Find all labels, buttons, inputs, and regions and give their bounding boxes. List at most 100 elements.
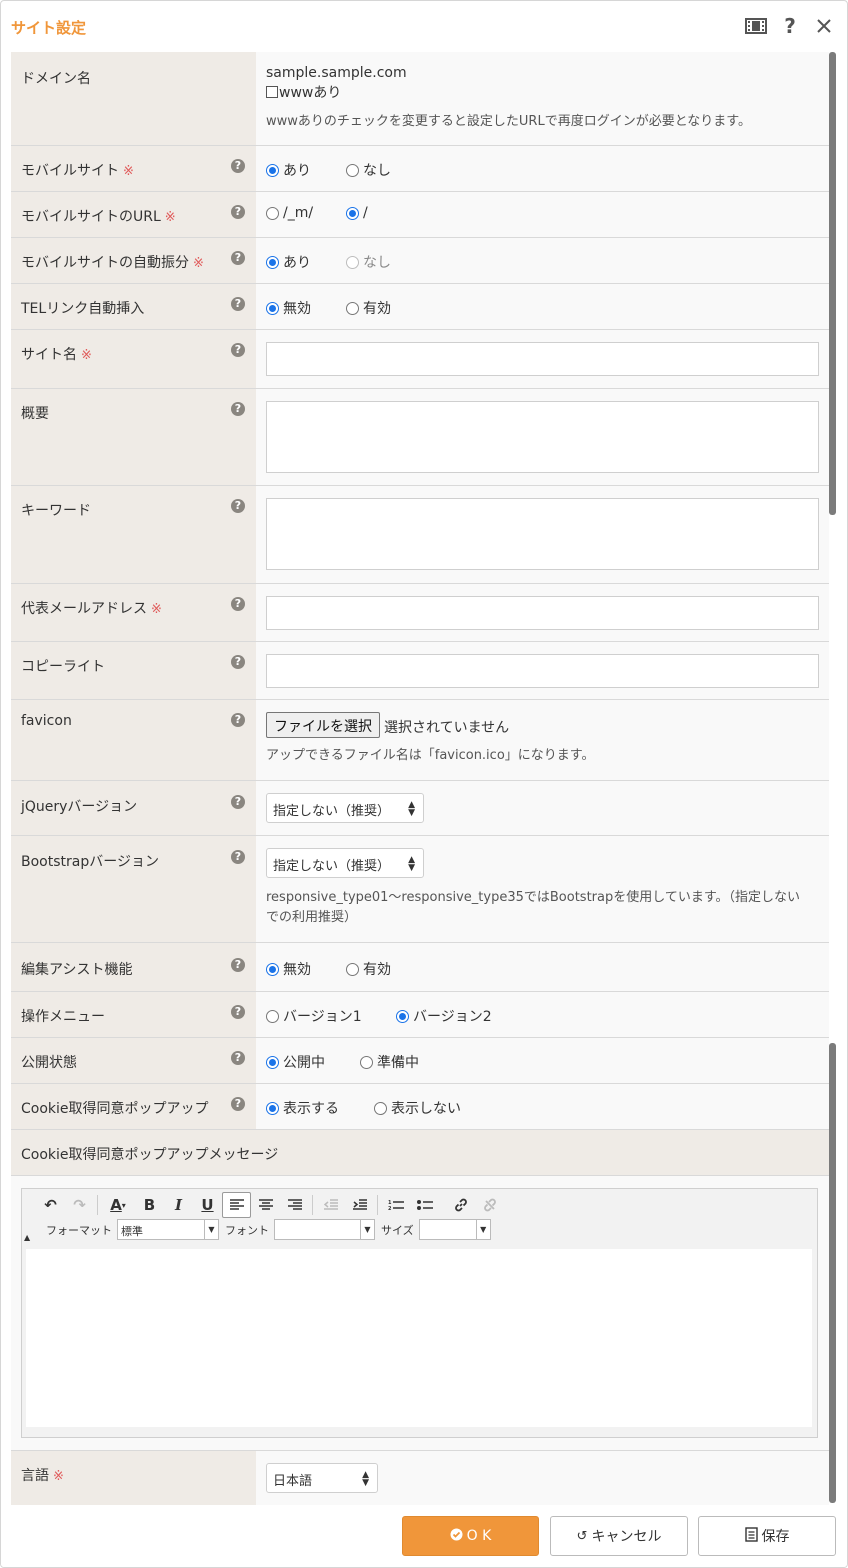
radio-cookie-hide[interactable]: 表示しない [374, 1098, 461, 1118]
site-name-input[interactable] [266, 342, 819, 376]
italic-icon[interactable]: I [164, 1192, 193, 1218]
radio-tel-link-on[interactable]: 有効 [346, 298, 391, 318]
collapse-toolbar-icon[interactable]: ▲ [24, 1233, 30, 1242]
save-button[interactable]: 保存 [698, 1516, 836, 1556]
row-cookie-popup: Cookie取得同意ポップアップ? 表示する 表示しない [11, 1084, 829, 1130]
unlink-icon[interactable] [475, 1192, 504, 1218]
radio-mobile-site-no[interactable]: なし [346, 160, 391, 180]
help-icon[interactable]: ? [231, 655, 245, 669]
cancel-button[interactable]: ↺ キャンセル [550, 1516, 688, 1556]
edit-assist-label: 編集アシスト機能 [21, 962, 133, 978]
required-mark: ※ [151, 602, 162, 617]
radio-publish-preparing[interactable]: 準備中 [360, 1052, 419, 1072]
undo-icon[interactable]: ↶ [36, 1192, 65, 1218]
email-input[interactable] [266, 596, 819, 630]
scrollbar-thumb[interactable] [829, 52, 836, 515]
dialog-title: サイト設定 [11, 19, 87, 37]
mobile-redirect-label: モバイルサイトの自動振分 [21, 255, 189, 271]
row-publish-state: 公開状態? 公開中 準備中 [11, 1038, 829, 1084]
mobile-site-label: モバイルサイト [21, 163, 119, 179]
publish-state-label: 公開状態 [21, 1055, 77, 1071]
help-icon[interactable]: ? [231, 297, 245, 311]
row-favicon: favicon? ファイルを選択 選択されていません アップできるファイル名は「… [11, 700, 829, 781]
required-mark: ※ [81, 348, 92, 363]
help-icon[interactable]: ? [231, 1051, 245, 1065]
help-icon[interactable]: ? [231, 205, 245, 219]
help-icon[interactable]: ? [231, 159, 245, 173]
bootstrap-note-line1: responsive_type01〜responsive_type35ではBoo… [266, 890, 801, 905]
row-edit-assist: 編集アシスト機能? 無効 有効 [11, 943, 829, 992]
help-icon[interactable]: ? [231, 402, 245, 416]
row-keywords: キーワード? [11, 486, 829, 584]
required-mark: ※ [123, 164, 134, 179]
close-icon[interactable] [813, 14, 835, 38]
row-mobile-redirect: モバイルサイトの自動振分 ※? あり なし [11, 238, 829, 284]
radio-mobile-url-root[interactable]: / [346, 205, 368, 221]
bold-icon[interactable]: B [135, 1192, 164, 1218]
radio-mobile-url-m[interactable]: /_m/ [266, 205, 313, 221]
radio-operation-menu-v1[interactable]: バージョン1 [266, 1006, 362, 1026]
domain-value: sample.sample.com [266, 65, 407, 81]
keywords-textarea[interactable] [266, 498, 819, 570]
help-icon[interactable]: ? [231, 343, 245, 357]
help-icon[interactable]: ? [231, 850, 245, 864]
help-icon[interactable]: ? [231, 1097, 245, 1111]
row-email: 代表メールアドレス ※? [11, 584, 829, 642]
radio-edit-assist-off[interactable]: 無効 [266, 959, 311, 979]
help-icon[interactable]: ? [231, 795, 245, 809]
align-center-icon[interactable] [251, 1192, 280, 1218]
radio-mobile-redirect-yes[interactable]: あり [266, 252, 311, 272]
required-mark: ※ [164, 210, 176, 225]
ok-button[interactable]: O K [402, 1516, 539, 1556]
align-right-icon[interactable] [280, 1192, 309, 1218]
copyright-input[interactable] [266, 654, 819, 688]
numbered-list-icon[interactable]: 12 [381, 1192, 410, 1218]
redo-icon[interactable]: ↷ [65, 1192, 94, 1218]
jquery-select[interactable]: 指定しない（推奨） ▲ ▼ [266, 793, 424, 823]
summary-textarea[interactable] [266, 401, 819, 473]
help-icon[interactable]: ? [231, 958, 245, 972]
language-select[interactable]: 日本語 ▲ ▼ [266, 1463, 378, 1493]
film-icon[interactable] [745, 14, 767, 38]
radio-operation-menu-v2[interactable]: バージョン2 [396, 1006, 492, 1026]
help-icon[interactable]: ? [231, 251, 245, 265]
help-icon[interactable]: ? [779, 14, 801, 38]
radio-publish-live[interactable]: 公開中 [266, 1052, 325, 1072]
rich-text-editor: ▲ ↶ ↷ A ▾ B I U 1 2 フォーマット 標準 ▼ フォント ▼ サ… [21, 1188, 818, 1438]
radio-tel-link-off[interactable]: 無効 [266, 298, 311, 318]
radio-mobile-redirect-no[interactable]: なし [346, 252, 391, 272]
format-combo[interactable]: 標準 ▼ [117, 1219, 219, 1240]
operation-menu-label: 操作メニュー [21, 1009, 105, 1025]
bullet-list-icon[interactable] [410, 1192, 439, 1218]
radio-cookie-show[interactable]: 表示する [266, 1098, 339, 1118]
settings-form: ドメイン名 sample.sample.com wwwあり wwwありのチェック… [11, 52, 829, 1505]
text-color-icon[interactable]: A ▾ [101, 1192, 135, 1218]
domain-label: ドメイン名 [21, 71, 91, 87]
checkbox-box[interactable] [266, 86, 278, 98]
tel-link-label: TELリンク自動挿入 [21, 301, 145, 317]
row-mobile-url: モバイルサイトのURL ※? /_m/ / [11, 192, 829, 238]
favicon-label: favicon [21, 713, 72, 729]
help-icon[interactable]: ? [231, 1005, 245, 1019]
help-icon[interactable]: ? [231, 499, 245, 513]
editor-format-row: フォーマット 標準 ▼ フォント ▼ サイズ ▼ [46, 1219, 497, 1240]
help-icon[interactable]: ? [231, 597, 245, 611]
row-site-name: サイト名 ※? [11, 330, 829, 389]
align-left-icon[interactable] [222, 1192, 251, 1218]
www-checkbox[interactable]: wwwあり [266, 82, 341, 102]
outdent-icon[interactable] [316, 1192, 345, 1218]
underline-icon[interactable]: U [193, 1192, 222, 1218]
font-combo[interactable]: ▼ [274, 1219, 375, 1240]
link-icon[interactable] [446, 1192, 475, 1218]
size-combo[interactable]: ▼ [418, 1219, 491, 1240]
choose-file-button[interactable]: ファイルを選択 [266, 712, 380, 738]
row-language: 言語 ※ 日本語 ▲ ▼ [11, 1451, 829, 1505]
radio-edit-assist-on[interactable]: 有効 [346, 959, 391, 979]
radio-mobile-site-yes[interactable]: あり [266, 160, 311, 180]
bootstrap-select[interactable]: 指定しない（推奨） ▲ ▼ [266, 848, 424, 878]
help-icon[interactable]: ? [231, 713, 245, 727]
editor-content-area[interactable] [26, 1249, 812, 1427]
indent-icon[interactable] [345, 1192, 374, 1218]
scrollbar-thumb-lower[interactable] [829, 1043, 836, 1503]
email-label: 代表メールアドレス [21, 601, 147, 617]
